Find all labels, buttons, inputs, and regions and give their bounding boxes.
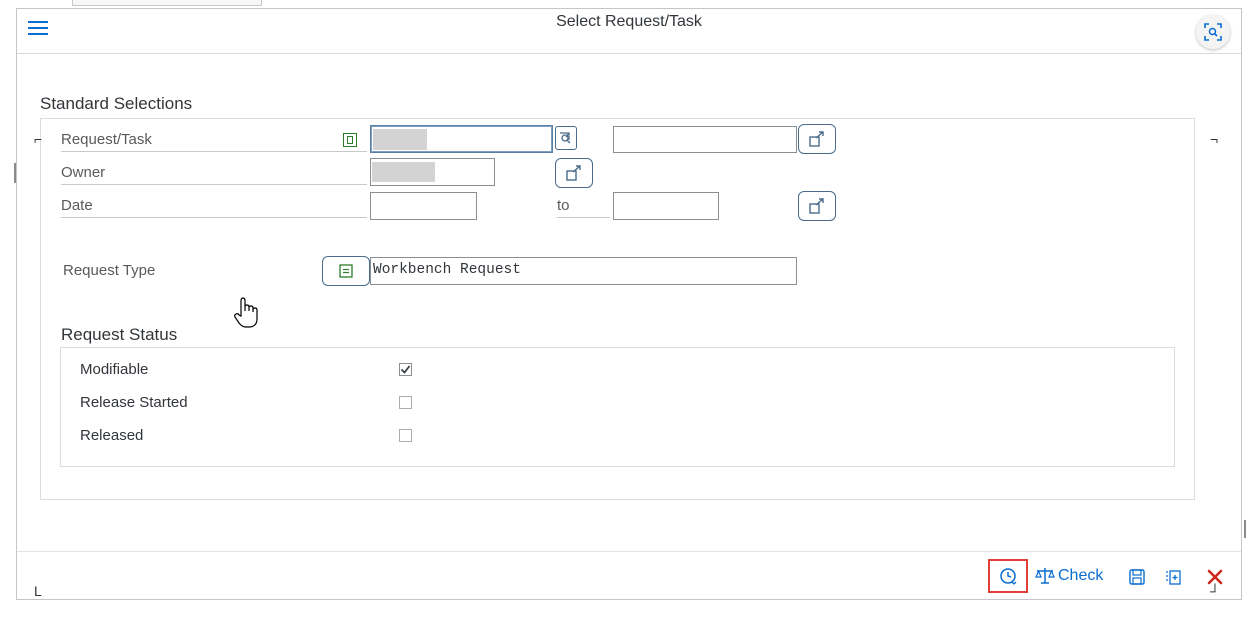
screenshot-focus-icon bbox=[1204, 23, 1222, 41]
standard-selections-title: Standard Selections bbox=[40, 94, 193, 113]
search-help-button[interactable] bbox=[555, 126, 577, 150]
modifiable-checkbox[interactable] bbox=[399, 363, 412, 376]
date-to-input[interactable] bbox=[613, 192, 719, 220]
date-to-label: to bbox=[557, 197, 610, 218]
request-type-label: Request Type bbox=[63, 262, 156, 279]
request-type-dropdown-button[interactable] bbox=[322, 256, 370, 286]
footer-divider bbox=[17, 551, 1241, 552]
date-multiple-selection-button[interactable] bbox=[798, 191, 836, 221]
hand-cursor-icon bbox=[232, 296, 262, 335]
request-type-input[interactable]: Workbench Request bbox=[370, 257, 797, 285]
checkmark-icon bbox=[400, 365, 411, 374]
corner-mark-bottom-left: L bbox=[34, 583, 42, 599]
date-label: Date bbox=[61, 197, 367, 218]
corner-mark-top-right: ¬ bbox=[1210, 131, 1219, 147]
release-started-label: Release Started bbox=[80, 394, 188, 411]
date-from-input[interactable] bbox=[370, 192, 477, 220]
release-started-checkbox[interactable] bbox=[399, 396, 412, 409]
request-task-from-input[interactable] bbox=[370, 125, 553, 153]
add-entry-icon bbox=[1166, 570, 1181, 585]
request-task-to-input[interactable] bbox=[613, 126, 797, 153]
close-icon bbox=[1207, 569, 1223, 585]
owner-input[interactable] bbox=[370, 158, 495, 186]
save-icon bbox=[1129, 569, 1145, 585]
request-status-group bbox=[60, 347, 1175, 467]
redacted-value bbox=[372, 162, 435, 182]
add-entry-button[interactable] bbox=[1160, 564, 1186, 590]
check-scale-icon bbox=[1035, 568, 1055, 584]
request-status-title: Request Status bbox=[61, 325, 178, 344]
list-box-icon bbox=[339, 264, 353, 278]
released-label: Released bbox=[80, 427, 144, 444]
check-label: Check bbox=[1058, 567, 1104, 584]
multiple-selection-arrow-icon bbox=[809, 131, 824, 147]
save-button[interactable] bbox=[1124, 564, 1150, 590]
check-button[interactable]: Check bbox=[1034, 562, 1103, 590]
background-edge-mark bbox=[1244, 520, 1246, 538]
history-button[interactable] bbox=[988, 559, 1028, 593]
dialog-title: Select Request/Task bbox=[556, 13, 702, 30]
multiple-selection-arrow-icon bbox=[566, 165, 581, 181]
close-button[interactable] bbox=[1202, 563, 1228, 591]
redacted-value bbox=[373, 129, 427, 150]
request-task-label: Request/Task bbox=[61, 131, 367, 152]
multiple-selection-indicator-icon bbox=[343, 133, 357, 147]
corner-mark-top-left: ⌐ bbox=[34, 131, 43, 147]
owner-label: Owner bbox=[61, 164, 367, 185]
search-help-icon bbox=[560, 132, 571, 144]
request-task-multiple-selection-button[interactable] bbox=[798, 124, 836, 154]
background-tab bbox=[72, 0, 262, 6]
multiple-selection-arrow-icon bbox=[809, 198, 824, 214]
modifiable-label: Modifiable bbox=[80, 361, 149, 378]
history-icon bbox=[1000, 568, 1017, 585]
screenshot-button[interactable] bbox=[1196, 15, 1230, 49]
released-checkbox[interactable] bbox=[399, 429, 412, 442]
owner-multiple-selection-button[interactable] bbox=[555, 158, 593, 188]
